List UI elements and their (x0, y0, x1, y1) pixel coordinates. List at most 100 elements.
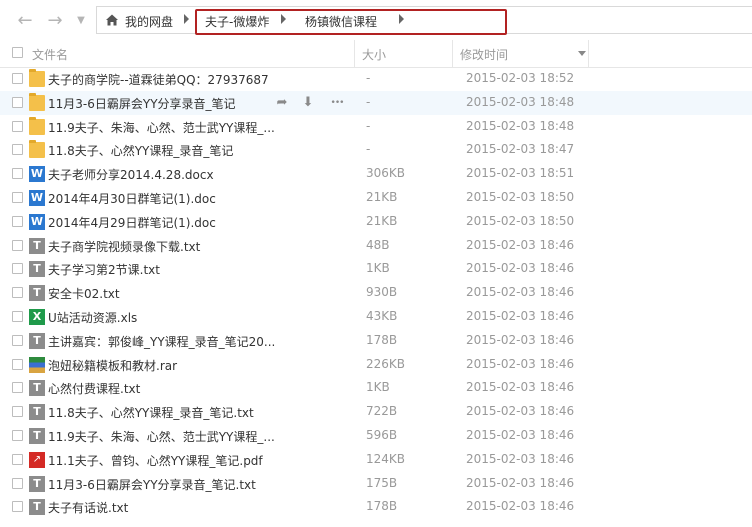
file-name[interactable]: 11月3-6日霸屏会YY分享录音_笔记 (48, 95, 236, 112)
file-name[interactable]: 2014年4月30日群笔记(1).doc (48, 190, 216, 207)
row-checkbox[interactable] (12, 501, 23, 513)
file-row[interactable]: T 11月3-6日霸屏会YY分享录音_笔记.txt 175B 2015-02-03 1… (0, 472, 752, 496)
row-checkbox[interactable] (12, 477, 23, 489)
file-modified-date: 2015-02-03 18:48 (466, 118, 575, 133)
column-modified[interactable]: 修改时间 (460, 46, 508, 63)
file-row[interactable]: W 夫子老师分享2014.4.28.docx 306KB 2015-02-03 18:… (0, 162, 752, 186)
row-checkbox[interactable] (12, 168, 23, 180)
file-row[interactable]: T 夫子有话说.txt 178B 2015-02-03 18:46 (0, 495, 752, 519)
row-checkbox[interactable] (12, 192, 23, 203)
file-name[interactable]: 11.8夫子、心然YY课程_录音_笔记.txt (48, 404, 254, 421)
file-name[interactable]: 11.8夫子、心然YY课程_录音_笔记 (48, 142, 233, 159)
file-name[interactable]: 11.1夫子、曾钧、心然YY课程_笔记.pdf (48, 452, 263, 469)
word-doc-icon: W (29, 213, 45, 230)
file-row[interactable]: 11.9夫子、朱海、心然、范士武YY课程_... - 2015-02-03 18:4… (0, 115, 752, 139)
file-name[interactable]: 主讲嘉宾：郭俊峰_YY课程_录音_笔记20... (48, 333, 275, 350)
breadcrumb-item-1[interactable]: 夫子-微爆炸 (205, 13, 269, 30)
row-checkbox[interactable] (12, 287, 23, 299)
breadcrumb-item-2[interactable]: 杨镇微信课程 (305, 13, 377, 30)
back-arrow-icon[interactable]: ← (14, 9, 36, 31)
file-row[interactable]: T 心然付费课程.txt 1KB 2015-02-03 18:46 (0, 376, 752, 400)
download-icon[interactable]: ⬇ (300, 95, 316, 111)
file-name[interactable]: 夫子的商学院--道霖徒弟QQ：27937687 (48, 71, 269, 88)
file-row[interactable]: T 夫子商学院视频录像下载.txt 48B 2015-02-03 18:46 (0, 234, 752, 258)
file-size: 175B (366, 475, 398, 490)
row-checkbox[interactable] (12, 263, 23, 275)
row-checkbox[interactable] (12, 215, 23, 227)
file-size: 124KB (366, 451, 406, 466)
file-name[interactable]: U站活动资源.xls (48, 309, 137, 326)
row-checkbox[interactable] (12, 382, 23, 394)
file-size: - (366, 94, 371, 109)
column-size[interactable]: 大小 (362, 46, 386, 63)
file-size: 21KB (366, 190, 398, 204)
file-size: 1KB (366, 380, 390, 395)
share-icon[interactable]: ➦ (274, 95, 290, 111)
folder-icon (29, 92, 45, 111)
row-checkbox[interactable] (12, 453, 23, 465)
row-checkbox[interactable] (12, 430, 23, 441)
select-all-checkbox[interactable] (12, 47, 23, 58)
file-row[interactable]: 泡妞秘籍模板和教材.rar 226KB 2015-02-03 18:46 (0, 353, 752, 377)
row-actions: ➦ ⬇ ••• (274, 95, 354, 111)
pdf-file-icon: ↗ (29, 451, 45, 468)
file-size: 930B (366, 285, 398, 300)
file-row[interactable]: W 2014年4月30日群笔记(1).doc 21KB 2015-02-03 18:5… (0, 186, 752, 210)
more-icon[interactable]: ••• (326, 95, 348, 111)
file-row[interactable]: T 11.9夫子、朱海、心然、范士武YY课程_... 596B 2015-02-03 … (0, 424, 752, 448)
row-checkbox[interactable] (12, 406, 23, 418)
home-icon (106, 14, 118, 26)
word-doc-icon: W (29, 166, 45, 183)
folder-icon (29, 140, 45, 159)
row-checkbox[interactable] (12, 358, 23, 370)
row-checkbox[interactable] (12, 73, 23, 84)
file-size: 43KB (366, 309, 398, 323)
file-name[interactable]: 2014年4月29日群笔记(1).doc (48, 214, 216, 231)
file-name[interactable]: 夫子老师分享2014.4.28.docx (48, 166, 214, 183)
column-divider (354, 40, 355, 67)
file-name[interactable]: 泡妞秘籍模板和教材.rar (48, 357, 177, 374)
breadcrumb: 我的网盘 夫子-微爆炸 杨镇微信课程 (96, 6, 752, 35)
row-checkbox[interactable] (12, 120, 23, 132)
file-modified-date: 2015-02-03 18:46 (466, 451, 575, 466)
file-row[interactable]: T 夫子学习第2节课.txt 1KB 2015-02-03 18:46 (0, 257, 752, 281)
file-name[interactable]: 安全卡02.txt (48, 285, 120, 302)
file-row[interactable]: T 安全卡02.txt 930B 2015-02-03 18:46 (0, 281, 752, 305)
file-name[interactable]: 11月3-6日霸屏会YY分享录音_笔记.txt (48, 476, 256, 493)
row-checkbox[interactable] (12, 239, 23, 251)
file-row[interactable]: ↗ 11.1夫子、曾钧、心然YY课程_笔记.pdf 124KB 2015-02-03 … (0, 448, 752, 472)
row-checkbox[interactable] (12, 144, 23, 156)
file-name[interactable]: 11.9夫子、朱海、心然、范士武YY课程_... (48, 428, 275, 445)
sort-dropdown-icon[interactable] (578, 51, 586, 56)
file-name[interactable]: 心然付费课程.txt (48, 380, 140, 397)
column-name[interactable]: 文件名 (32, 46, 68, 63)
breadcrumb-separator-icon (399, 14, 404, 24)
folder-icon (29, 116, 45, 135)
file-row[interactable]: 11月3-6日霸屏会YY分享录音_笔记 ➦ ⬇ ••• - 2015-02-03 18:4… (0, 90, 752, 115)
file-row[interactable]: 夫子的商学院--道霖徒弟QQ：27937687 - 2015-02-03 18:52 (0, 67, 752, 91)
text-file-icon: T (29, 237, 45, 254)
file-row[interactable]: T 11.8夫子、心然YY课程_录音_笔记.txt 722B 2015-02-03 1… (0, 400, 752, 424)
file-name[interactable]: 夫子商学院视频录像下载.txt (48, 238, 200, 255)
chevron-down-icon[interactable]: ▼ (70, 9, 92, 31)
file-modified-date: 2015-02-03 18:46 (466, 475, 575, 490)
file-size: - (366, 118, 371, 133)
breadcrumb-separator-icon (281, 14, 286, 24)
file-name[interactable]: 11.9夫子、朱海、心然、范士武YY课程_... (48, 119, 275, 136)
row-checkbox[interactable] (12, 96, 23, 108)
rar-archive-icon (29, 356, 45, 373)
file-name[interactable]: 夫子有话说.txt (48, 499, 128, 516)
file-row[interactable]: 11.8夫子、心然YY课程_录音_笔记 - 2015-02-03 18:47 (0, 138, 752, 162)
forward-arrow-icon[interactable]: → (44, 9, 66, 31)
row-checkbox[interactable] (12, 311, 23, 322)
file-modified-date: 2015-02-03 18:46 (466, 499, 575, 514)
file-row[interactable]: W 2014年4月29日群笔记(1).doc 21KB 2015-02-03 18:5… (0, 210, 752, 234)
file-row[interactable]: T 主讲嘉宾：郭俊峰_YY课程_录音_笔记20... 178B 2015-02-03 … (0, 329, 752, 353)
breadcrumb-root[interactable]: 我的网盘 (125, 13, 173, 30)
file-row[interactable]: X U站活动资源.xls 43KB 2015-02-03 18:46 (0, 305, 752, 329)
file-size: 722B (366, 404, 398, 419)
file-modified-date: 2015-02-03 18:46 (466, 380, 575, 395)
row-checkbox[interactable] (12, 334, 23, 346)
file-size: - (366, 142, 371, 157)
file-name[interactable]: 夫子学习第2节课.txt (48, 261, 160, 278)
